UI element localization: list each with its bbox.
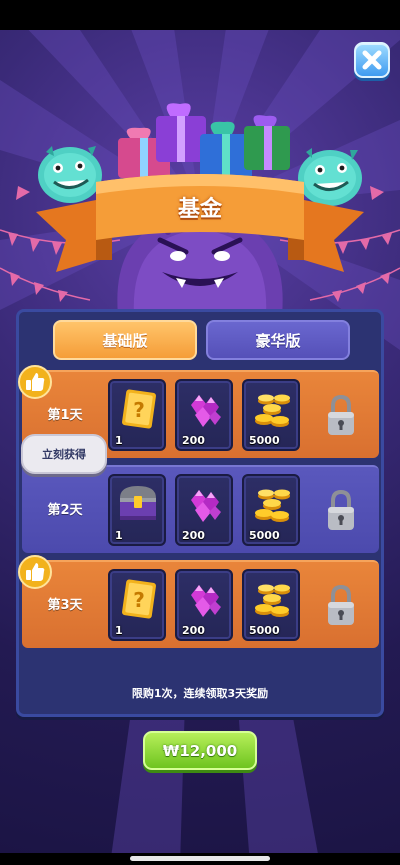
reward-item[interactable]: 5000 [242,569,300,641]
day-label: 第1天 [47,408,83,423]
tab-basic[interactable]: 基础版 [53,320,197,360]
reward-qty: 1 [115,434,123,447]
treasure-chest-icon [120,486,156,520]
svg-text:?: ? [133,588,145,612]
gems-icon [191,490,221,522]
reward-row-day3: 第3天 ? 1 200 5000 [22,560,379,648]
fund-panel: 基础版 豪华版 第1天 ? 1 200 5000 第2天 1 200 5000 … [16,309,384,717]
reward-item[interactable]: 200 [175,474,233,546]
reward-item[interactable]: 200 [175,379,233,451]
reward-item[interactable]: 5000 [242,379,300,451]
close-icon [362,50,382,70]
gold-coins-icon [255,489,290,522]
day-label: 第2天 [47,503,83,518]
reward-item[interactable]: 200 [175,569,233,641]
home-indicator[interactable] [130,856,270,861]
gold-coins-icon [255,584,290,617]
thumbs-up-icon [18,365,52,399]
reward-row-day2: 第2天 1 200 5000 [22,465,379,553]
claim-now-tooltip[interactable]: 立刻获得 [21,434,107,474]
mystery-card-icon: ? [122,389,156,429]
reward-qty: 5000 [249,529,280,542]
gems-icon [191,395,221,427]
thumbs-up-icon [18,555,52,589]
day-label: 第3天 [47,598,83,613]
page-title: 基金 [177,197,222,222]
reward-qty: 1 [115,529,123,542]
lock-icon [328,489,354,530]
buy-button[interactable]: ₩12,000 [143,731,257,770]
reward-qty: 1 [115,624,123,637]
lock-icon [328,394,354,435]
reward-qty: 5000 [249,434,280,447]
lock-icon [328,584,354,625]
gift-boxes [118,103,290,180]
fund-screen: 基金 基础版 豪华版 第1天 ? 1 200 5000 第2天 1 200 50… [0,0,400,865]
gold-coins-icon [255,394,290,427]
status-bar [0,0,400,30]
bottom-bar [0,853,400,865]
reward-qty: 5000 [249,624,280,637]
mystery-card-icon: ? [122,579,156,619]
tab-deluxe[interactable]: 豪华版 [206,320,350,360]
reward-item[interactable]: 1 [108,474,166,546]
reward-qty: 200 [182,624,205,637]
reward-qty: 200 [182,434,205,447]
reward-item[interactable]: ? 1 [108,379,166,451]
svg-text:?: ? [133,398,145,422]
purchase-limit-note: 限购1次，连续领取3天奖励 [131,687,269,700]
reward-qty: 200 [182,529,205,542]
gems-icon [191,585,221,617]
reward-item[interactable]: 5000 [242,474,300,546]
reward-item[interactable]: ? 1 [108,569,166,641]
close-button[interactable] [354,42,390,78]
